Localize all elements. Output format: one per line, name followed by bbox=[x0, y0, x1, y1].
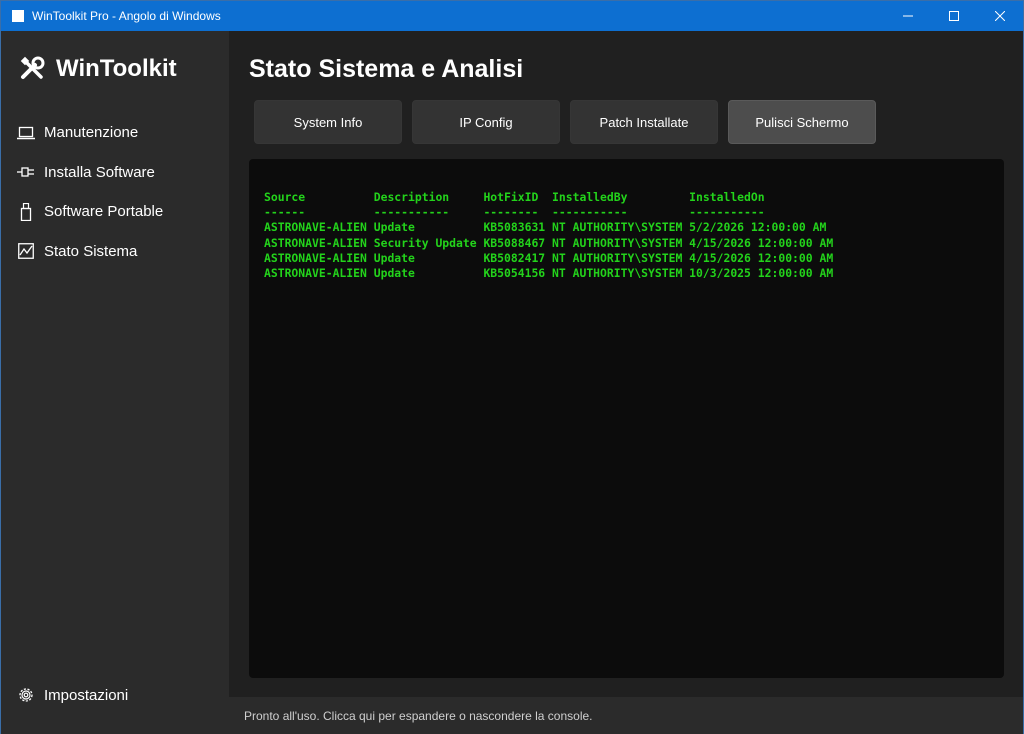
sidebar: WinToolkit Manutenzione Installa Softwar… bbox=[1, 31, 229, 734]
sidebar-item-label: Stato Sistema bbox=[44, 242, 138, 260]
title-bar[interactable]: WinToolkit Pro - Angolo di Windows bbox=[1, 1, 1023, 31]
window-title: WinToolkit Pro - Angolo di Windows bbox=[32, 9, 221, 23]
minimize-button[interactable] bbox=[885, 1, 931, 31]
console-line: ASTRONAVE-ALIEN Update KB5082417 NT AUTH… bbox=[264, 250, 834, 265]
main-panel: Stato Sistema e Analisi System Info IP C… bbox=[229, 31, 1023, 697]
gear-icon bbox=[17, 686, 35, 704]
close-button[interactable] bbox=[977, 1, 1023, 31]
sidebar-item-installa-software[interactable]: Installa Software bbox=[1, 153, 229, 193]
system-info-button[interactable]: System Info bbox=[254, 100, 402, 144]
pulisci-schermo-button[interactable]: Pulisci Schermo bbox=[728, 100, 876, 144]
brand-name: WinToolkit bbox=[56, 55, 177, 82]
console-output[interactable]: Source Description HotFixID InstalledBy … bbox=[249, 159, 1004, 678]
app-window: WinToolkit Pro - Angolo di Windows WinTo… bbox=[0, 0, 1024, 734]
close-icon bbox=[995, 11, 1005, 21]
maximize-button[interactable] bbox=[931, 1, 977, 31]
patch-installate-button[interactable]: Patch Installate bbox=[570, 100, 718, 144]
maximize-icon bbox=[949, 11, 959, 21]
sidebar-item-stato-sistema[interactable]: Stato Sistema bbox=[1, 232, 229, 272]
sidebar-item-label: Software Portable bbox=[44, 203, 164, 221]
status-text: Pronto all'uso. Clicca qui per espandere… bbox=[244, 708, 593, 723]
sidebar-item-software-portable[interactable]: Software Portable bbox=[1, 192, 229, 232]
ip-config-button[interactable]: IP Config bbox=[412, 100, 560, 144]
sidebar-item-impostazioni[interactable]: Impostazioni bbox=[1, 681, 229, 709]
brand: WinToolkit bbox=[19, 55, 177, 83]
app-icon bbox=[12, 10, 24, 22]
action-toolbar: System Info IP Config Patch Installate P… bbox=[254, 100, 886, 144]
chart-icon bbox=[17, 242, 35, 260]
console-line: ------ ----------- -------- ----------- … bbox=[264, 205, 765, 220]
usb-drive-icon bbox=[17, 202, 35, 221]
sidebar-nav: Manutenzione Installa Software Software … bbox=[1, 113, 229, 271]
status-bar[interactable]: Pronto all'uso. Clicca qui per espandere… bbox=[229, 697, 1023, 734]
sidebar-item-manutenzione[interactable]: Manutenzione bbox=[1, 113, 229, 153]
sidebar-item-label: Installa Software bbox=[44, 163, 155, 181]
sidebar-item-label: Manutenzione bbox=[44, 124, 139, 142]
minimize-icon bbox=[903, 15, 913, 17]
sidebar-item-label: Impostazioni bbox=[44, 686, 129, 704]
console-line: Source Description HotFixID InstalledBy … bbox=[264, 190, 765, 204]
window-controls bbox=[885, 1, 1023, 31]
laptop-icon bbox=[17, 124, 35, 142]
console-line: ASTRONAVE-ALIEN Security Update KB508846… bbox=[264, 235, 834, 250]
console-line: ASTRONAVE-ALIEN Update KB5054156 NT AUTH… bbox=[264, 266, 834, 281]
console-line: ASTRONAVE-ALIEN Update KB5083631 NT AUTH… bbox=[264, 220, 827, 235]
tools-icon bbox=[20, 56, 45, 79]
page-title: Stato Sistema e Analisi bbox=[249, 55, 524, 83]
plug-icon bbox=[17, 163, 35, 181]
